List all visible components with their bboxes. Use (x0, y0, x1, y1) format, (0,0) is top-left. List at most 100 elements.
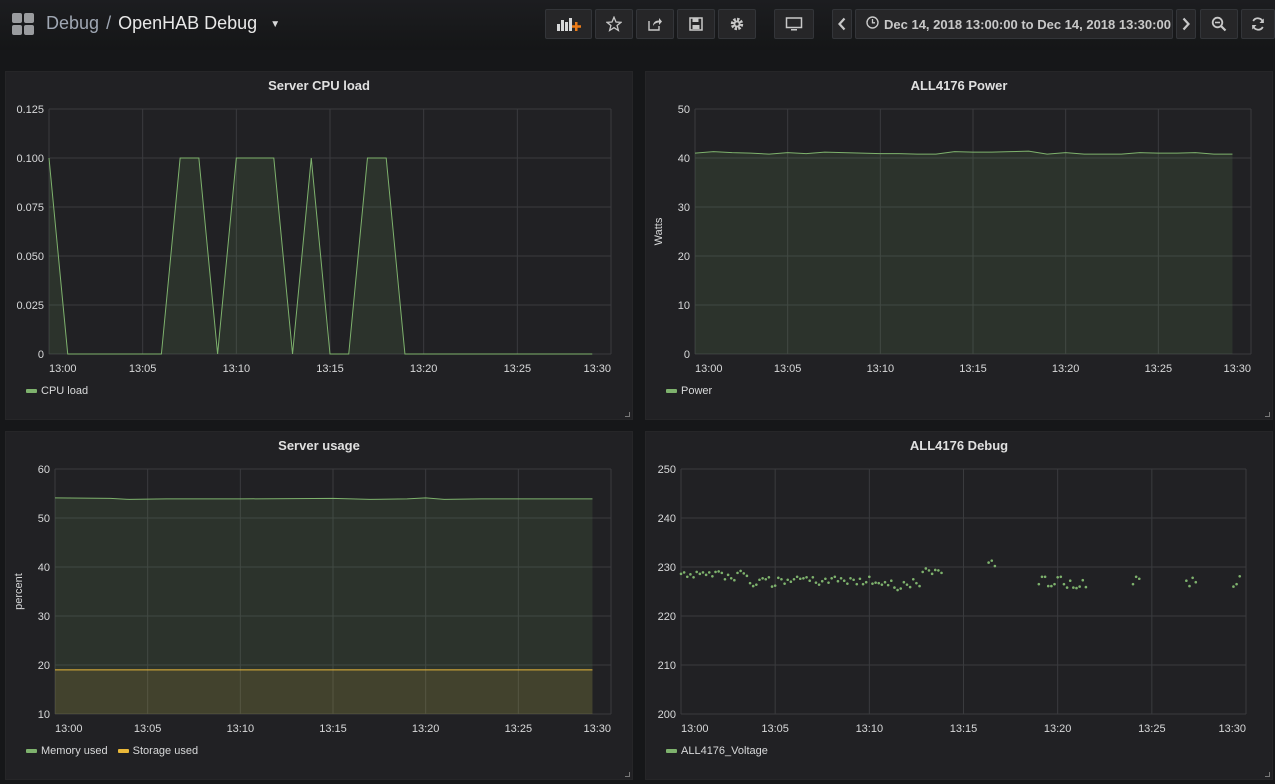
data-point (827, 581, 830, 584)
data-point (1072, 586, 1075, 589)
data-point (987, 561, 990, 564)
x-tick-label: 13:00 (681, 723, 709, 735)
series-area-fill (695, 151, 1233, 354)
data-point (833, 575, 837, 579)
data-point (761, 576, 764, 580)
x-tick-label: 13:30 (1218, 723, 1246, 735)
data-point (824, 577, 827, 581)
apps-icon[interactable] (12, 13, 34, 35)
data-point (736, 571, 739, 575)
cpu-load-chart: 0 0.025 0.050 0.075 0.100 0.125 13:00 13:05 13:1… (16, 104, 612, 375)
x-tick-label: 13:25 (505, 723, 533, 735)
data-point (698, 572, 702, 576)
y-axis-label: Watts (653, 217, 665, 245)
legend-item[interactable]: Storage used (117, 745, 198, 757)
add-panel-button[interactable] (545, 9, 592, 39)
chart-legend: Power (666, 385, 722, 397)
data-point (1065, 586, 1069, 589)
data-point (886, 583, 890, 587)
data-point (849, 576, 852, 580)
data-point (695, 570, 698, 574)
legend-item[interactable]: Power (666, 385, 712, 397)
data-point (990, 559, 994, 562)
caret-down-icon[interactable]: ▼ (270, 19, 280, 30)
y-tick-label: 50 (678, 104, 690, 116)
legend-item[interactable]: ALL4176_Voltage (666, 745, 768, 757)
chevron-right-icon (1181, 17, 1191, 31)
data-point (723, 577, 727, 581)
data-point (880, 583, 884, 586)
data-point (751, 584, 755, 588)
data-point (679, 572, 683, 576)
breadcrumb: Debug / OpenHAB Debug ▼ (46, 13, 280, 34)
time-range-picker[interactable]: Dec 14, 2018 13:00:00 to Dec 14, 2018 13… (855, 9, 1173, 39)
data-point (1059, 575, 1063, 579)
x-tick-label: 13:15 (959, 363, 987, 375)
x-tick-label: 13:25 (1145, 363, 1173, 375)
data-point (830, 576, 833, 580)
zoom-out-button[interactable] (1200, 9, 1238, 39)
chart-legend: ALL4176_Voltage (666, 745, 778, 757)
refresh-button[interactable] (1241, 9, 1275, 39)
legend-item[interactable]: Memory used (26, 745, 108, 757)
legend-label: Memory used (41, 745, 108, 757)
x-tick-label: 13:05 (774, 363, 802, 375)
data-point (1238, 575, 1242, 578)
time-back-button[interactable] (832, 9, 852, 39)
legend-swatch (666, 389, 677, 393)
data-point (726, 573, 730, 577)
data-point (846, 582, 849, 585)
star-button[interactable] (595, 9, 633, 39)
data-point (745, 574, 749, 578)
data-point (780, 577, 783, 581)
x-tick-label: 13:15 (319, 723, 347, 735)
add-panel-icon (556, 16, 582, 32)
legend-item[interactable]: CPU load (26, 385, 88, 397)
dashboard-title[interactable]: OpenHAB Debug (118, 13, 257, 33)
data-point (933, 568, 937, 572)
save-button[interactable] (677, 9, 715, 39)
legend-label: ALL4176_Voltage (681, 745, 768, 757)
data-point (802, 576, 805, 580)
x-tick-label: 13:10 (227, 723, 255, 735)
legend-swatch (26, 389, 37, 393)
resize-handle-icon[interactable] (1265, 412, 1270, 417)
y-tick-label: 40 (38, 562, 50, 574)
x-tick-label: 13:30 (583, 723, 611, 735)
data-point (924, 567, 928, 570)
legend-swatch (26, 749, 37, 753)
tv-mode-button[interactable] (774, 9, 814, 39)
data-point (899, 587, 903, 590)
data-point (792, 577, 796, 581)
gear-icon (729, 16, 745, 32)
time-forward-button[interactable] (1176, 9, 1196, 39)
y-tick-label: 20 (38, 660, 50, 672)
save-icon (688, 16, 704, 32)
data-point (908, 585, 912, 589)
resize-handle-icon[interactable] (625, 772, 630, 777)
y-tick-label: 0 (38, 349, 44, 361)
data-point (798, 577, 802, 581)
data-point (1081, 578, 1085, 582)
y-tick-label: 20 (678, 251, 690, 263)
resize-handle-icon[interactable] (625, 412, 630, 417)
x-tick-label: 13:20 (1052, 363, 1080, 375)
data-point (808, 579, 811, 583)
breadcrumb-folder[interactable]: Debug (46, 13, 99, 33)
data-point (993, 564, 997, 568)
zoom-out-icon (1211, 16, 1227, 32)
settings-button[interactable] (718, 9, 756, 39)
clock-icon (866, 16, 884, 32)
share-button[interactable] (636, 9, 674, 39)
star-icon (606, 16, 622, 32)
panel-all4176-power: ALL4176 Power 0 10 20 30 40 50 13:00 13:05 13:10… (645, 71, 1273, 420)
y-tick-label: 0.100 (16, 153, 44, 165)
data-point (805, 575, 808, 579)
data-point (1043, 575, 1047, 579)
data-point (858, 577, 862, 581)
data-point (692, 575, 695, 579)
resize-handle-icon[interactable] (1265, 772, 1270, 777)
x-tick-label: 13:00 (55, 723, 83, 735)
y-tick-label: 10 (678, 300, 690, 312)
data-point (1131, 582, 1135, 586)
